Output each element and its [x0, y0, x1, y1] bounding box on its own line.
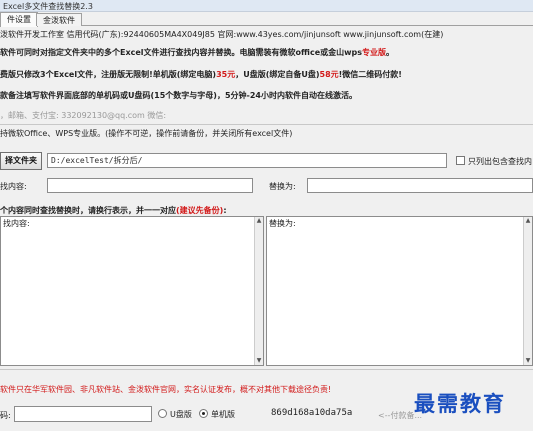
multi-find-scrollbar[interactable]: ▲ ▼ [254, 217, 263, 365]
info-line-activation: 款备注填写软件界面底部的单机码或U盘码(15个数字与字母)，5分钟-24小时内软… [0, 91, 357, 100]
single-version-label: 单机版 [211, 410, 235, 419]
multi-title-text: 个内容同时查找替换时，请换行表示，并一一对应 [0, 206, 176, 215]
replace-label: 替换为: [269, 182, 296, 191]
scroll-down-icon[interactable]: ▼ [524, 357, 532, 365]
code-label: 码: [0, 411, 11, 420]
only-list-label: 只列出包含查找内 [468, 157, 532, 166]
multi-find-caption: 找内容: [3, 219, 30, 228]
pricing-single-price: 35元 [216, 70, 236, 79]
folder-path-input[interactable]: D:/excelTest/拆分后/ [47, 153, 447, 168]
multi-find-textarea[interactable]: 找内容: ▲ ▼ [0, 216, 264, 366]
window-titlebar: Excel多文件查找替换2.3 [0, 0, 533, 12]
single-version-radio[interactable] [199, 409, 208, 418]
pricing-text-b: ，U盘版(绑定自备U盘) [235, 70, 320, 79]
scroll-up-icon[interactable]: ▲ [255, 217, 263, 225]
usb-version-radio[interactable] [158, 409, 167, 418]
pricing-usb-price: 58元 [319, 70, 339, 79]
multi-replace-scrollbar[interactable]: ▲ ▼ [523, 217, 532, 365]
compat-notice-group: 持微软Office、WPS专业版。(操作不可逆，操作前请备份，并关闭所有exce… [0, 124, 533, 142]
multi-replace-title: 个内容同时查找替换时，请换行表示，并一一对应(建议先备份): [0, 205, 227, 216]
info-line-description: 软件可同时对指定文件夹中的多个Excel文件进行查找内容并替换。电脑需装有微软o… [0, 47, 394, 58]
window-title: Excel多文件查找替换2.3 [3, 2, 93, 11]
divider [0, 369, 533, 370]
scroll-up-icon[interactable]: ▲ [524, 217, 532, 225]
pricing-text-c: !微信二维码付款! [338, 70, 402, 79]
usb-version-label: U盘版 [170, 410, 192, 419]
download-notice: 软件只在华军软件园、非凡软件站、金泼软件官网，实名认证发布，概不对其他下载途径负… [0, 385, 332, 394]
select-folder-button[interactable]: 择文件夹 [0, 152, 42, 170]
multi-replace-caption: 替换为: [269, 219, 296, 228]
tab-settings[interactable]: 件设置 [0, 12, 38, 27]
only-list-checkbox[interactable] [456, 156, 465, 165]
info-line-pricing: 费版只修改3个Excel文件，注册版无限制!单机版(绑定电脑)35元，U盘版(绑… [0, 69, 402, 80]
multi-replace-textarea[interactable]: 替换为: ▲ ▼ [266, 216, 533, 366]
pricing-text-a: 费版只修改3个Excel文件，注册版无限制!单机版(绑定电脑) [0, 70, 217, 79]
multi-title-backup-hint: (建议先备份) [176, 206, 224, 215]
scroll-down-icon[interactable]: ▼ [255, 357, 263, 365]
find-input[interactable] [47, 178, 253, 193]
description-text: 软件可同时对指定文件夹中的多个Excel文件进行查找内容并替换。电脑需装有微软o… [0, 48, 362, 57]
description-end: 。 [386, 48, 394, 57]
tab-jinpo-software[interactable]: 金泼软件 [36, 13, 82, 26]
description-highlight: 专业版 [362, 48, 386, 57]
machine-code-field[interactable]: 869d168a10da75a [268, 405, 373, 422]
info-line-company: 泼软件开发工作室 信用代码(广东):92440605MA4X049J85 官网:… [0, 30, 444, 39]
registration-code-input[interactable] [14, 406, 152, 422]
tab-strip: 件设置 金泼软件 [0, 12, 533, 27]
find-label: 找内容: [0, 182, 27, 191]
multi-title-colon: : [223, 206, 227, 215]
watermark-logo: 最需教育 [414, 392, 506, 416]
replace-input[interactable] [307, 178, 533, 193]
info-line-contact: ，邮箱、支付宝: 332092130@qq.com 微信: [0, 111, 167, 120]
compat-notice: 持微软Office、WPS专业版。(操作不可逆，操作前请备份，并关闭所有exce… [0, 129, 293, 138]
